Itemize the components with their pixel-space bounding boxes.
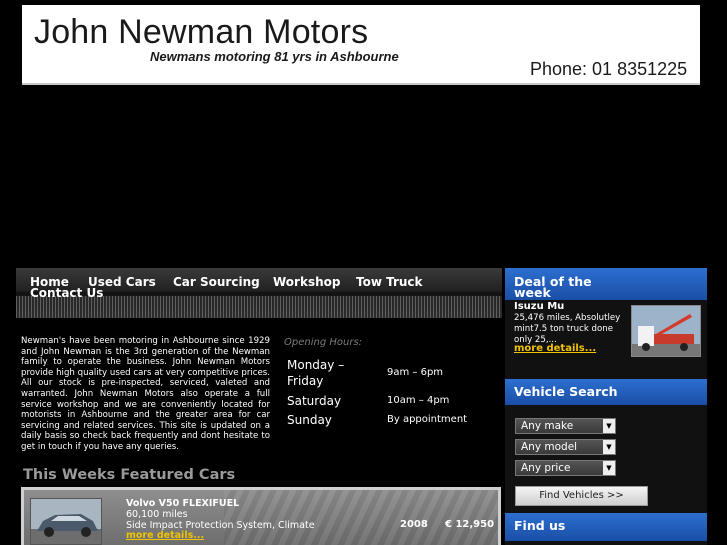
car-more-details-link[interactable]: more details... <box>126 530 204 541</box>
opening-hours-title: Opening Hours: <box>284 337 363 348</box>
car-year: 2008 <box>400 519 428 530</box>
chevron-down-icon: ▼ <box>603 419 615 433</box>
featured-car-panel: Volvo V50 FLEXIFUEL 60,100 miles Side Im… <box>24 490 498 545</box>
hours-day: Saturday <box>287 394 342 408</box>
deal-title: Deal of the week <box>514 274 592 300</box>
chevron-down-icon: ▼ <box>603 461 615 475</box>
nav-contact-us[interactable]: Contact Us <box>30 286 103 300</box>
hours-time: 10am – 4pm <box>387 395 450 406</box>
price-select[interactable]: Any price ▼ <box>515 460 616 476</box>
tire-track-decoration <box>224 490 498 545</box>
site-title: John Newman Motors <box>34 13 369 51</box>
hours-time: By appointment <box>387 414 468 425</box>
intro-text: Newman's have been motoring in Ashbourne… <box>21 336 270 452</box>
nav-tow-truck[interactable]: Tow Truck <box>356 275 423 289</box>
featured-car-card[interactable]: Volvo V50 FLEXIFUEL 60,100 miles Side Im… <box>21 487 501 545</box>
deal-more-details-link[interactable]: more details... <box>514 343 596 354</box>
chevron-down-icon: ▼ <box>603 440 615 454</box>
hours-day: Monday – Friday <box>287 358 345 388</box>
car-price: € 12,950 <box>445 519 495 530</box>
site-subtitle: Newmans motoring 81 yrs in Ashbourne <box>150 49 399 64</box>
make-select[interactable]: Any make ▼ <box>515 418 616 434</box>
find-us-title: Find us <box>505 513 707 541</box>
deal-header: Deal of the week <box>505 268 707 300</box>
deal-description: 25,476 miles, Absolutley mint7.5 ton tru… <box>514 313 621 345</box>
nav-workshop[interactable]: Workshop <box>273 275 340 289</box>
header-banner: John Newman Motors Newmans motoring 81 y… <box>22 5 700 85</box>
model-select[interactable]: Any model ▼ <box>515 439 616 455</box>
vehicle-search-title: Vehicle Search <box>505 379 707 405</box>
main-nav: Home Used Cars Car Sourcing Workshop Tow… <box>16 268 502 318</box>
featured-title: This Weeks Featured Cars <box>23 467 236 483</box>
truck-photo[interactable] <box>631 305 701 357</box>
hours-time: 9am – 6pm <box>387 367 444 378</box>
car-miles: 60,100 miles <box>126 509 188 520</box>
header-bar: John Newman Motors Newmans motoring 81 y… <box>0 0 727 86</box>
deal-car-name: Isuzu Mu <box>514 301 565 312</box>
nav-car-sourcing[interactable]: Car Sourcing <box>173 275 260 289</box>
find-vehicles-button[interactable]: Find Vehicles >> <box>515 486 648 506</box>
car-photo[interactable] <box>30 498 102 545</box>
make-select-value: Any make <box>521 420 574 432</box>
car-name: Volvo V50 FLEXIFUEL <box>126 498 240 509</box>
hours-day: Sunday <box>287 413 332 427</box>
model-select-value: Any model <box>521 441 578 453</box>
price-select-value: Any price <box>521 462 571 474</box>
phone-number: Phone: 01 8351225 <box>530 59 688 79</box>
